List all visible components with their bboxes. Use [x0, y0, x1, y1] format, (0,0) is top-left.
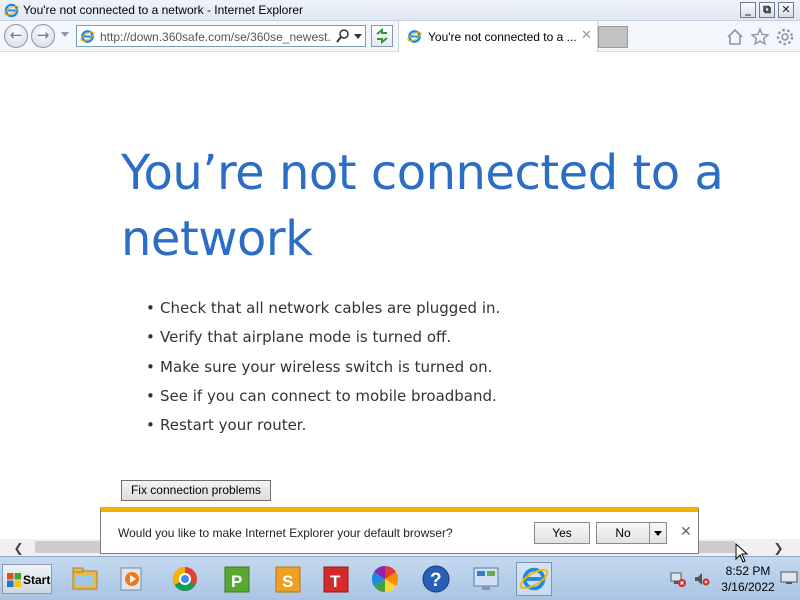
- back-arrow-icon: ←: [9, 26, 23, 44]
- compatibility-refresh-button[interactable]: [371, 25, 393, 47]
- search-icon[interactable]: [335, 28, 351, 44]
- address-bar[interactable]: http://down.360safe.com/se/360se_newest.: [76, 25, 366, 47]
- clock-time: 8:52 PM: [725, 564, 771, 578]
- start-label: Start: [23, 573, 51, 587]
- chrome-icon[interactable]: [167, 562, 203, 596]
- notification-close-icon[interactable]: ✕: [680, 524, 692, 540]
- chevron-down-icon: [654, 531, 662, 536]
- notification-message: Would you like to make Internet Explorer…: [118, 526, 453, 540]
- internet-explorer-icon: [4, 3, 19, 18]
- history-dropdown-icon[interactable]: [61, 32, 69, 37]
- help-icon[interactable]: ?: [418, 562, 454, 596]
- list-item: • Verify that airplane mode is turned off…: [146, 328, 452, 347]
- list-item: • Make sure your wireless switch is turne…: [146, 357, 493, 376]
- page-title: You’re not connected to a network: [121, 145, 724, 267]
- page-content: You’re not connected to a network • Check…: [0, 52, 800, 539]
- clock-date: 3/16/2022: [721, 580, 775, 594]
- troubleshooting-list: • Check that all network cables are plugg…: [146, 299, 500, 445]
- favorites-star-icon[interactable]: [750, 27, 770, 47]
- no-options-dropdown[interactable]: [649, 522, 667, 544]
- window-title: You're not connected to a network - Inte…: [23, 3, 304, 17]
- close-window-button[interactable]: ✕: [778, 2, 794, 18]
- system-clock[interactable]: 8:52 PM 3/16/2022: [716, 563, 780, 595]
- home-icon[interactable]: [725, 27, 745, 47]
- address-input[interactable]: http://down.360safe.com/se/360se_newest.: [100, 30, 332, 44]
- yes-button[interactable]: Yes: [534, 522, 590, 544]
- list-item: • Check that all network cables are plugg…: [146, 299, 501, 317]
- navigation-bar: ← → http://down.360safe.com/se/360se_new…: [0, 21, 800, 52]
- taskbar: Start P S T ? 8:52 PM 3/16/2022: [0, 556, 800, 600]
- start-button[interactable]: Start: [2, 564, 52, 594]
- control-panel-icon[interactable]: [468, 562, 504, 596]
- tab-close-icon[interactable]: ✕: [581, 28, 592, 43]
- gear-icon[interactable]: [775, 27, 795, 47]
- media-player-icon[interactable]: [114, 562, 150, 596]
- tab-title: You're not connected to a ...: [428, 30, 577, 44]
- forward-button[interactable]: →: [31, 24, 55, 48]
- t-app-icon[interactable]: T: [318, 562, 354, 596]
- internet-explorer-icon: [80, 30, 95, 43]
- scroll-right-icon[interactable]: ❯: [770, 541, 787, 555]
- svg-text:T: T: [330, 572, 341, 591]
- svg-text:?: ?: [430, 570, 442, 591]
- mouse-cursor-icon: [735, 543, 749, 563]
- refresh-icon: [376, 27, 388, 45]
- minimize-button[interactable]: _: [740, 2, 756, 18]
- no-button[interactable]: No: [596, 522, 650, 544]
- show-desktop-icon[interactable]: [780, 570, 798, 586]
- internet-explorer-icon[interactable]: [516, 562, 552, 596]
- back-button[interactable]: ←: [4, 24, 28, 48]
- list-item: • Restart your router.: [146, 416, 307, 435]
- color-wheel-icon[interactable]: [367, 562, 403, 596]
- address-dropdown-icon[interactable]: [354, 34, 362, 39]
- svg-text:P: P: [231, 572, 242, 591]
- p-app-icon[interactable]: P: [219, 562, 255, 596]
- title-bar: You're not connected to a network - Inte…: [0, 0, 800, 21]
- internet-explorer-icon: [407, 30, 422, 43]
- volume-muted-icon[interactable]: [694, 571, 710, 587]
- default-browser-notification: Would you like to make Internet Explorer…: [100, 507, 699, 554]
- fix-connection-button[interactable]: Fix connection problems: [121, 480, 271, 501]
- windows-logo-icon: [7, 573, 21, 587]
- svg-text:S: S: [282, 572, 293, 591]
- file-explorer-icon[interactable]: [67, 562, 103, 596]
- scroll-left-icon[interactable]: ❮: [10, 541, 27, 555]
- network-disconnected-icon[interactable]: [670, 571, 686, 587]
- list-item: • See if you can connect to mobile broadb…: [146, 386, 497, 405]
- new-tab-button[interactable]: [598, 26, 628, 48]
- forward-arrow-icon: →: [36, 26, 50, 44]
- browser-tab[interactable]: You're not connected to a ... ✕: [398, 21, 598, 52]
- s-app-icon[interactable]: S: [270, 562, 306, 596]
- restore-button[interactable]: ⧉: [759, 2, 775, 18]
